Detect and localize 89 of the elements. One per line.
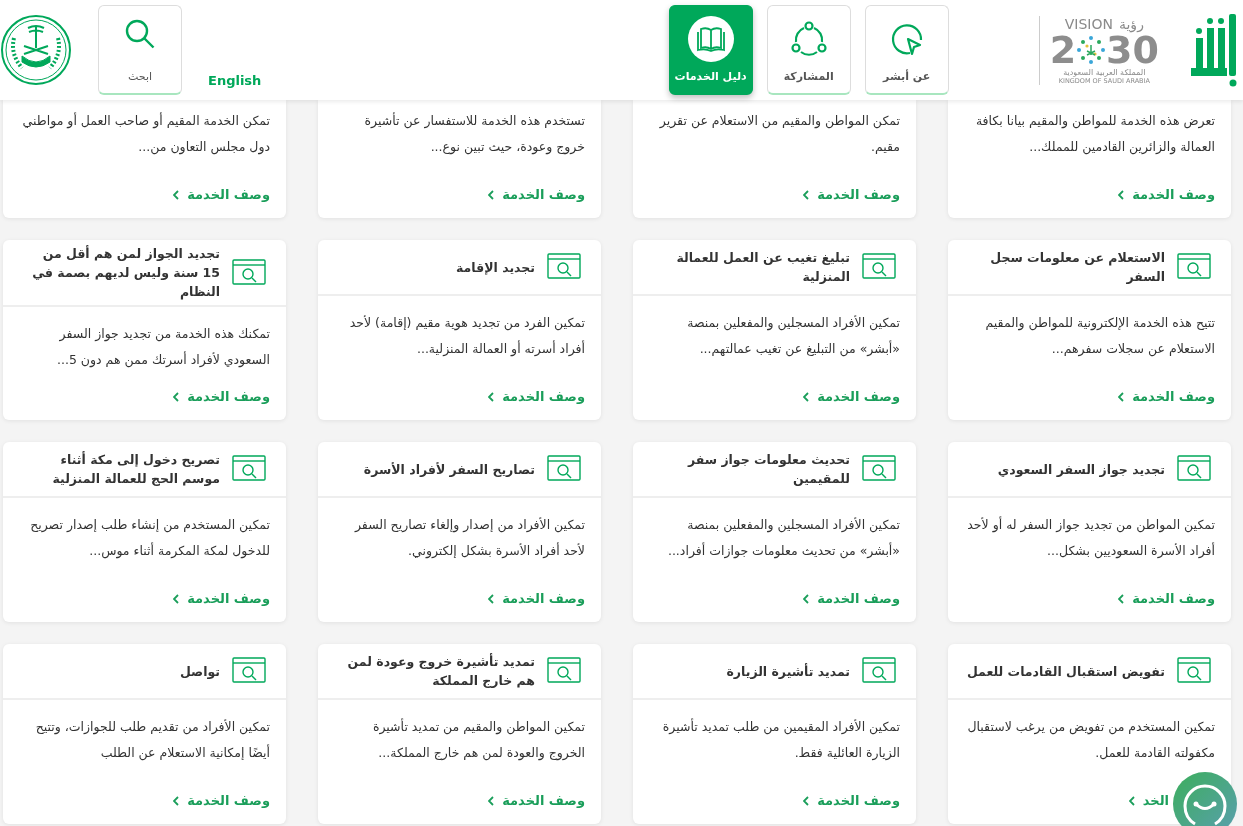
browser-search-icon: [862, 657, 898, 685]
service-description: تمكن الخدمة المقيم أو صاحب العمل أو مواطني دول مجلس التعاون من...: [21, 111, 270, 157]
chevron-icon: [1118, 189, 1125, 200]
service-description: تمكين الأفراد من تقديم طلب للجوازات، وتتيح أيضًا إمكانية الاستعلام عن الطلب: [34, 718, 270, 763]
service-details-link[interactable]: وصف الخدمة: [488, 389, 585, 404]
service-description: تمكين الأفراد المقيمين من طلب تمديد تأشيرة الزيارة العائلية فقط.: [661, 717, 900, 763]
chevron-icon: [803, 795, 810, 806]
service-details-link[interactable]: الخد: [1128, 793, 1169, 808]
service-title: تجديد الجواز لمن هم أقل من 15 سنة وليس لديهم بصمة في النظام: [31, 244, 220, 301]
service-details-link[interactable]: وصف الخدمة: [488, 591, 585, 606]
nav-tab[interactable]: دليل الخدمات: [668, 5, 753, 95]
logo-text: 2: [1049, 31, 1077, 68]
service-details-link[interactable]: وصف الخدمة: [173, 591, 270, 606]
service-title: تبليغ تغيب عن العمل للعمالة المنزلية: [675, 249, 850, 286]
service-title: الاستعلام عن معلومات سجل السفر: [989, 249, 1165, 286]
service-details-link[interactable]: وصف الخدمة: [803, 187, 900, 202]
chevron-icon: [1118, 593, 1125, 604]
service-title: تصاريح السفر لأفراد الأسرة: [363, 460, 535, 479]
service-title: تواصل: [179, 662, 220, 681]
chevron-icon: [488, 593, 495, 604]
service-details-link[interactable]: وصف الخدمة: [803, 793, 900, 808]
browser-search-icon: [547, 455, 583, 483]
chevron-icon: [803, 391, 810, 402]
logo-text: VISION: [1064, 15, 1113, 32]
nav-tab[interactable]: المشاركة: [766, 5, 851, 95]
service-details-link[interactable]: وصف الخدمة: [1118, 389, 1215, 404]
service-title: تصريح دخول إلى مكة أثناء موسم الحج للعمالة المنزلية: [51, 450, 220, 488]
service-description: تمكين المواطن من تجديد جواز السفر له أو لأحد أفراد الأسرة السعوديين بشكل...: [966, 515, 1215, 561]
service-description: تمكنك هذه الخدمة من تجديد جواز السفر السعودي لأفراد أسرتك ممن هم دون 5...: [56, 325, 270, 370]
browser-search-icon: [232, 657, 268, 685]
chevron-icon: [488, 795, 495, 806]
logo-text: المملكة العربية السعودية: [1063, 67, 1146, 77]
chevron-icon: [173, 189, 180, 200]
nav-tab[interactable]: عن أبشر: [864, 5, 949, 95]
logo-text: 30: [1106, 31, 1159, 68]
service-description: تمكين المستخدم من إنشاء طلب إصدار تصريح للدخول لمكة المكرمة أثناء موس...: [29, 516, 270, 561]
service-title: تمديد تأشيرة الزيارة: [726, 662, 850, 681]
service-details-link[interactable]: وصف الخدمة: [803, 591, 900, 606]
service-description: تعرض هذه الخدمة للمواطن والمقيم بيانا بكافة العمالة والزائرين القادمين للمملك...: [974, 112, 1215, 157]
service-details-link[interactable]: وصف الخدمة: [173, 793, 270, 808]
service-title: تحديث معلومات جواز سفر للمقيمين: [686, 451, 850, 488]
chevron-icon: [803, 593, 810, 604]
service-details-link[interactable]: وصف الخدمة: [173, 389, 270, 404]
browser-search-icon: [547, 657, 583, 685]
service-description: تمكن المواطن والمقيم من الاستعلام عن تقرير مقيم.: [658, 112, 900, 156]
service-details-link[interactable]: وصف الخدمة: [803, 389, 900, 404]
chevron-icon: [173, 391, 180, 402]
share-icon: [790, 21, 827, 57]
chevron-icon: [173, 593, 180, 604]
book-icon: [687, 16, 734, 62]
service-title: تفويض استقبال القادمات للعمل: [966, 662, 1165, 681]
service-details-link[interactable]: وصف الخدمة: [488, 793, 585, 808]
browser-search-icon: [232, 455, 268, 483]
service-details-link[interactable]: وصف الخدمة: [1118, 591, 1215, 606]
service-description: تمكين الأفراد المسجلين والمفعلين بمنصة «أبشر» من تحديث معلومات جوازات أفراد...: [666, 516, 900, 561]
browser-search-icon: [862, 455, 898, 483]
service-details-link[interactable]: وصف الخدمة: [488, 187, 585, 202]
chevron-icon: [173, 795, 180, 806]
browser-search-icon: [1177, 657, 1213, 685]
service-description: تمكين المستخدم من تفويض من يرغب لاستقبال مكفولته القادمة للعمل.: [966, 718, 1215, 763]
service-description: تستخدم هذه الخدمة للاستفسار عن تأشيرة خروج وعودة، حيث تبين نوع...: [363, 111, 585, 157]
browser-search-icon: [862, 253, 898, 281]
chevron-icon: [1128, 795, 1135, 806]
search-button[interactable]: ابحث: [98, 5, 182, 95]
logo-text: رؤية: [1118, 15, 1144, 32]
chevron-icon: [803, 189, 810, 200]
service-details-link[interactable]: وصف الخدمة: [1118, 187, 1215, 202]
service-details-link[interactable]: وصف الخدمة: [173, 187, 270, 202]
chevron-icon: [488, 189, 495, 200]
service-description: تمكين المواطن والمقيم من تمديد تأشيرة الخروج والعودة لمن هم خارج المملكة...: [371, 717, 585, 763]
chat-button[interactable]: [1173, 772, 1237, 826]
service-description: تمكين الأفراد من إصدار وإلغاء تصاريح السفر لأحد أفراد الأسرة بشكل إلكتروني.: [353, 516, 585, 561]
service-description: تتيح هذه الخدمة الإلكترونية للمواطن والمقيم الاستعلام عن سجلات سفرهم...: [984, 314, 1215, 359]
browser-search-icon: [232, 258, 268, 287]
search-icon: [124, 18, 156, 50]
chevron-icon: [1118, 391, 1125, 402]
emblem-drawing: [0, 14, 72, 86]
star-pattern-icon: [1076, 34, 1107, 65]
service-title: تمديد تأشيرة خروج وعودة لمن هم خارج المملكة: [346, 652, 535, 690]
service-description: تمكين الأفراد المسجلين والمفعلين بمنصة «أبشر» من التبليغ عن تغيب عمالتهم...: [686, 314, 900, 359]
service-description: تمكين الفرد من تجديد هوية مقيم (إقامة) لأحد أفراد أسرته أو العمالة المنزلية...: [348, 314, 585, 359]
language-link[interactable]: English: [208, 72, 262, 88]
chevron-icon: [488, 391, 495, 402]
service-title: تجديد جواز السفر السعودي: [997, 460, 1165, 479]
service-title: تجديد الإقامة: [456, 258, 535, 277]
browser-search-icon: [547, 253, 583, 281]
browser-search-icon: [1177, 253, 1213, 281]
pointer-icon: [889, 22, 924, 56]
browser-search-icon: [1177, 455, 1213, 483]
